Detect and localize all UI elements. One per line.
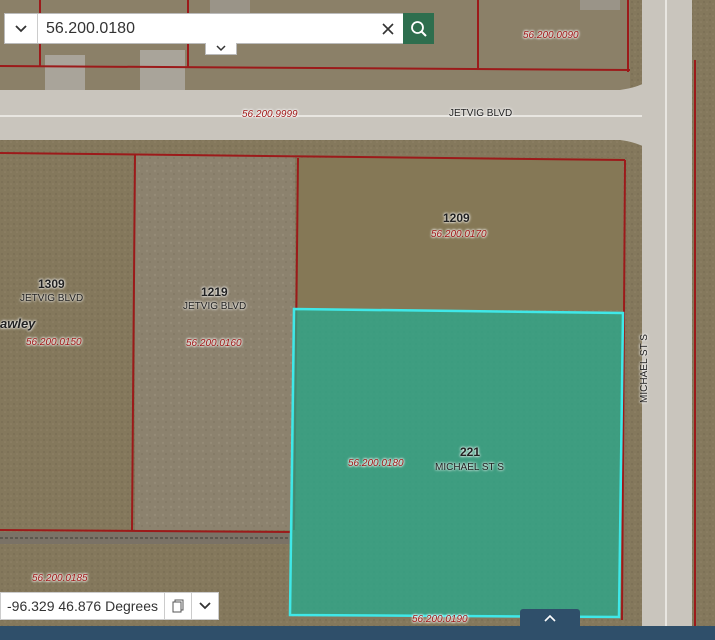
- street-label-michael: MICHAEL ST S: [638, 334, 650, 403]
- parcel-id-label: 56.200.0150: [26, 337, 82, 348]
- aerial-imagery: [0, 0, 715, 640]
- parcel-id-label: 56.200.0170: [431, 229, 487, 240]
- search-source-dropdown[interactable]: [5, 14, 38, 43]
- parcel-id-label: 56.200.0090: [523, 30, 579, 41]
- clear-search-button[interactable]: [373, 14, 403, 43]
- bottom-panel-bar: [0, 626, 715, 640]
- address-street-label: JETVIG BLVD: [183, 301, 247, 312]
- coordinate-widget: -96.329 46.876 Degrees: [0, 592, 219, 620]
- search-button[interactable]: [403, 13, 434, 44]
- search-expand-toggle[interactable]: [205, 43, 237, 55]
- parcel-id-label: 56.200.9999: [242, 109, 298, 120]
- address-street-label: JETVIG BLVD: [20, 293, 84, 304]
- coordinate-readout: -96.329 46.876 Degrees: [7, 598, 158, 614]
- chevron-up-icon: [544, 614, 556, 622]
- house-number-label: 1219: [201, 285, 228, 299]
- chevron-down-icon: [199, 602, 211, 610]
- parcel-search-bar: [4, 13, 434, 44]
- search-input[interactable]: [38, 14, 373, 43]
- parcel-id-label: 56.200.0160: [186, 338, 242, 349]
- copy-icon: [172, 599, 184, 613]
- house-number-label: 1209: [443, 211, 470, 225]
- house-number-label: 221: [460, 445, 481, 459]
- map-view[interactable]: JETVIG BLVD MICHAEL ST S awley 56.200.00…: [0, 0, 715, 640]
- search-icon: [410, 20, 427, 37]
- street-label-partial: awley: [0, 316, 36, 331]
- address-street-label: MICHAEL ST S: [435, 462, 504, 473]
- parcel-id-label: 56.200.0185: [32, 573, 88, 584]
- chevron-down-icon: [216, 45, 226, 52]
- parcel-id-label: 56.200.0180: [348, 458, 404, 469]
- street-label-jetvig: JETVIG BLVD: [449, 108, 513, 119]
- house-number-label: 1309: [38, 277, 65, 291]
- coordinate-format-dropdown[interactable]: [191, 593, 218, 619]
- copy-coordinates-button[interactable]: [164, 593, 191, 619]
- close-icon: [382, 22, 394, 35]
- bottom-panel-expand-button[interactable]: [520, 609, 580, 627]
- chevron-down-icon: [15, 24, 27, 32]
- parcel-id-label: 56.200.0190: [412, 614, 468, 625]
